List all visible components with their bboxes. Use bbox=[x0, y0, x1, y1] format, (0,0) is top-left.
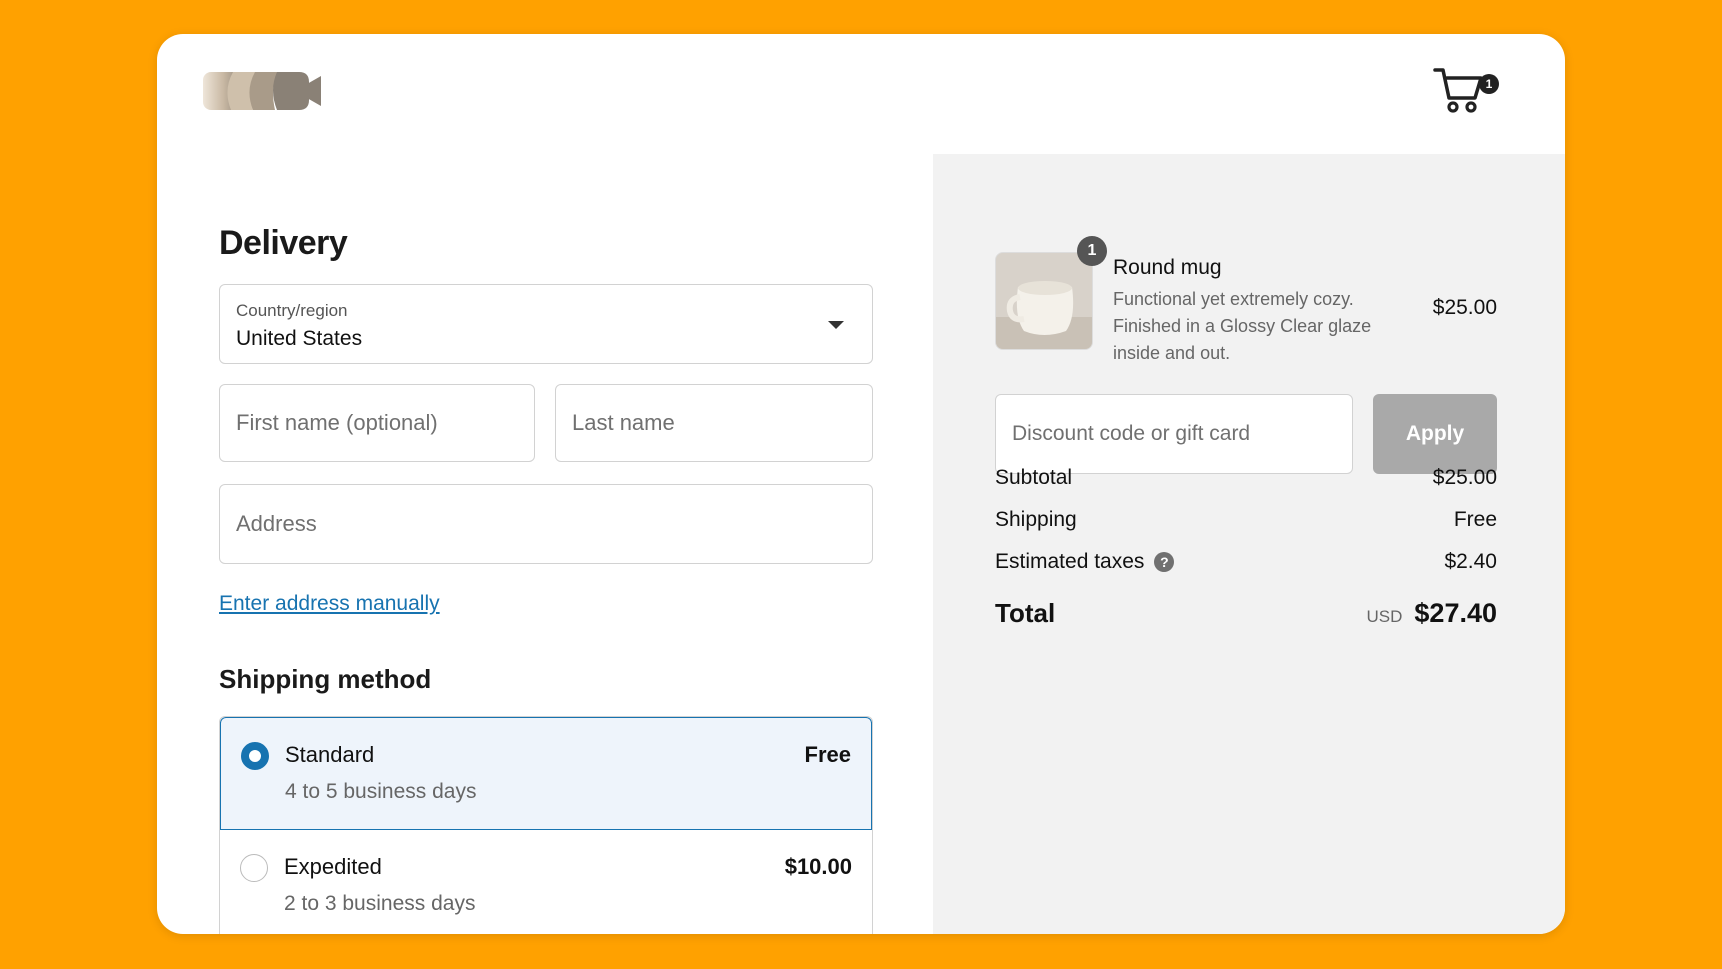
country-select[interactable]: Country/region United States bbox=[219, 284, 873, 364]
first-name-input[interactable] bbox=[219, 384, 535, 462]
taxes-label: Estimated taxes bbox=[995, 550, 1145, 573]
subtotal-row: Subtotal $25.00 bbox=[995, 466, 1497, 490]
address-input[interactable] bbox=[219, 484, 873, 564]
total-label: Total bbox=[995, 598, 1056, 628]
shipping-options: Standard 4 to 5 business days Free Exped… bbox=[219, 716, 873, 934]
shipping-option-name: Expedited bbox=[284, 854, 382, 879]
help-icon[interactable]: ? bbox=[1154, 552, 1175, 572]
shipping-option-price: $10.00 bbox=[784, 854, 852, 879]
subtotal-label: Subtotal bbox=[995, 466, 1073, 489]
shipping-option-eta: 4 to 5 business days bbox=[285, 780, 477, 803]
order-summary: 1 Round mug Functional yet extremely coz… bbox=[933, 154, 1565, 934]
checkout-window: 1 Delivery Country/region United States … bbox=[157, 34, 1565, 934]
delivery-form: Delivery Country/region United States En… bbox=[219, 184, 873, 934]
product-price: $25.00 bbox=[1432, 296, 1497, 319]
chevron-down-icon bbox=[828, 321, 844, 329]
shipping-option-eta: 2 to 3 business days bbox=[284, 892, 476, 915]
shipping-option-expedited[interactable]: Expedited 2 to 3 business days $10.00 bbox=[220, 830, 872, 934]
currency-code: USD bbox=[1366, 607, 1403, 626]
taxes-value: $2.40 bbox=[1444, 550, 1497, 573]
apply-button[interactable]: Apply bbox=[1373, 394, 1497, 474]
discount-code-input[interactable] bbox=[995, 394, 1353, 474]
taxes-row: Estimated taxes? $2.40 bbox=[995, 550, 1497, 574]
header: 1 bbox=[157, 34, 1565, 154]
brand-logo-icon[interactable] bbox=[203, 70, 323, 112]
country-label: Country/region bbox=[236, 301, 348, 320]
cart-button[interactable]: 1 bbox=[1433, 64, 1503, 118]
radio-standard[interactable] bbox=[241, 742, 269, 770]
last-name-input[interactable] bbox=[555, 384, 873, 462]
quantity-badge: 1 bbox=[1077, 236, 1107, 266]
radio-expedited[interactable] bbox=[240, 854, 268, 882]
enter-address-manually-link[interactable]: Enter address manually bbox=[219, 592, 440, 616]
shipping-option-price: Free bbox=[804, 742, 851, 767]
delivery-title: Delivery bbox=[219, 224, 348, 262]
product-thumbnail bbox=[995, 252, 1093, 350]
shipping-label: Shipping bbox=[995, 508, 1077, 531]
subtotal-value: $25.00 bbox=[1432, 466, 1497, 489]
shipping-method-title: Shipping method bbox=[219, 664, 432, 694]
product-name: Round mug bbox=[1113, 256, 1222, 279]
country-value: United States bbox=[236, 327, 363, 350]
total-amount: USD $27.40 bbox=[1367, 598, 1498, 629]
product-description: Functional yet extremely cozy. Finished … bbox=[1113, 289, 1372, 363]
shipping-value: Free bbox=[1453, 508, 1497, 531]
shipping-option-standard[interactable]: Standard 4 to 5 business days Free bbox=[220, 717, 872, 830]
shipping-row: Shipping Free bbox=[995, 508, 1497, 532]
shipping-option-name: Standard bbox=[285, 742, 375, 767]
mug-image-icon bbox=[996, 253, 1092, 349]
total-value: $27.40 bbox=[1414, 598, 1497, 628]
cart-count-badge: 1 bbox=[1479, 74, 1499, 94]
total-row: Total USD $27.40 bbox=[995, 598, 1497, 629]
cart-icon bbox=[1433, 68, 1483, 113]
